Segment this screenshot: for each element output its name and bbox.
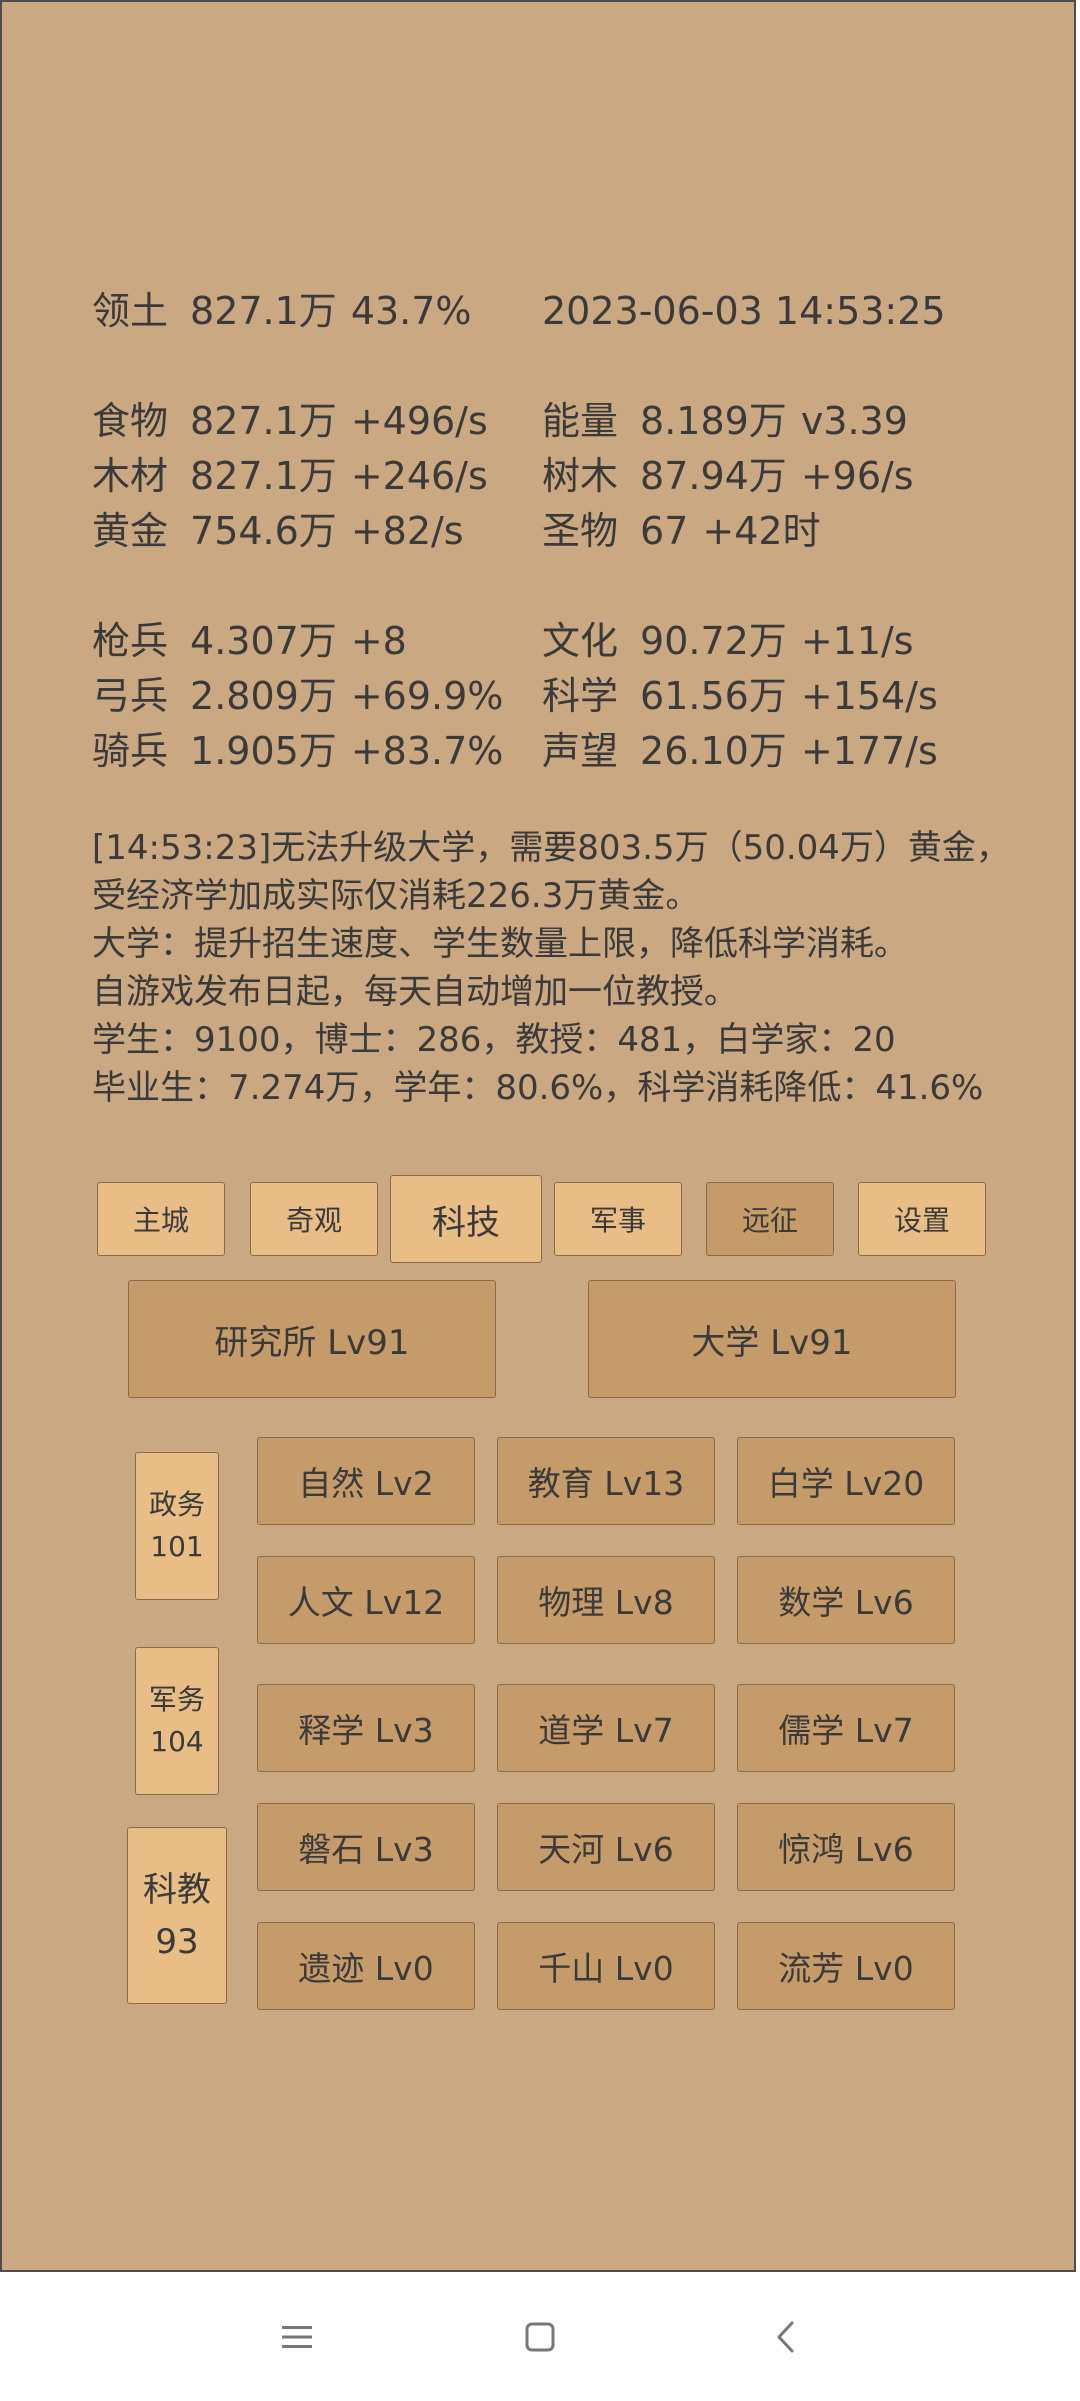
tech-baixue-button[interactable]: 白学 Lv20	[737, 1437, 955, 1525]
system-navigation-bar	[0, 2274, 1080, 2401]
resource-row-food: 食物 827.1万 +496/s	[92, 394, 488, 448]
military-label: 枪兵	[92, 619, 169, 663]
military-value: 4.307万	[190, 619, 337, 663]
side-button-value: 101	[150, 1530, 204, 1563]
resource-row-gold: 黄金 754.6万 +82/s	[92, 504, 464, 558]
territory-value: 827.1万	[190, 289, 337, 333]
military-affairs-button[interactable]: 军务 104	[135, 1647, 219, 1795]
military-rate: +8	[350, 619, 407, 663]
message-line: 学生：9100，博士：286，教授：481，白学家：20	[92, 1020, 896, 1060]
tech-tianhe-button[interactable]: 天河 Lv6	[497, 1803, 715, 1891]
military-row-cavalry: 骑兵 1.905万 +83.7%	[92, 724, 503, 778]
resource-row-trees: 树木 87.94万 +96/s	[542, 449, 914, 503]
stat-label: 科学	[542, 674, 619, 718]
stat-value: 61.56万	[640, 674, 787, 718]
resource-label: 黄金	[92, 509, 169, 553]
tech-math-button[interactable]: 数学 Lv6	[737, 1556, 955, 1644]
side-button-name: 政务	[148, 1488, 205, 1521]
message-line: 毕业生：7.274万，学年：80.6%，科学消耗降低：41.6%	[92, 1068, 984, 1108]
datetime: 2023-06-03 14:53:25	[542, 284, 946, 338]
resource-rate: +246/s	[350, 454, 488, 498]
tech-liufang-button[interactable]: 流芳 Lv0	[737, 1922, 955, 2010]
resource-rate: +42时	[702, 509, 821, 553]
tech-confucianism-button[interactable]: 儒学 Lv7	[737, 1684, 955, 1772]
stat-value: 90.72万	[640, 619, 787, 663]
politics-button[interactable]: 政务 101	[135, 1452, 219, 1600]
military-row-spearmen: 枪兵 4.307万 +8	[92, 614, 407, 668]
home-square-icon[interactable]	[505, 2302, 575, 2372]
back-chevron-icon[interactable]	[751, 2302, 821, 2372]
resource-label: 木材	[92, 454, 169, 498]
stat-label: 声望	[542, 729, 619, 773]
side-button-name: 军务	[148, 1683, 205, 1716]
resource-value: 754.6万	[190, 509, 337, 553]
military-value: 2.809万	[190, 674, 337, 718]
military-value: 1.905万	[190, 729, 337, 773]
stat-rate: +154/s	[800, 674, 938, 718]
message-line: 大学：提升招生速度、学生数量上限，降低科学消耗。	[92, 924, 908, 964]
resource-value: 87.94万	[640, 454, 787, 498]
resource-rate: +96/s	[800, 454, 914, 498]
tech-jinghong-button[interactable]: 惊鸿 Lv6	[737, 1803, 955, 1891]
resource-value: 8.189万	[640, 399, 787, 443]
military-label: 骑兵	[92, 729, 169, 773]
resource-value: 67	[640, 509, 689, 553]
stat-row-science: 科学 61.56万 +154/s	[542, 669, 938, 723]
resource-row-wood: 木材 827.1万 +246/s	[92, 449, 488, 503]
message-line: 受经济学加成实际仅消耗226.3万黄金。	[92, 876, 700, 916]
tech-panshi-button[interactable]: 磐石 Lv3	[257, 1803, 475, 1891]
territory-label: 领土	[92, 289, 169, 333]
datetime-text: 2023-06-03 14:53:25	[542, 289, 946, 333]
territory-row: 领土 827.1万 43.7%	[92, 284, 472, 338]
stat-label: 文化	[542, 619, 619, 663]
side-button-name: 科教	[143, 1869, 211, 1910]
tab-expedition[interactable]: 远征	[706, 1182, 834, 1256]
message-line: [14:53:23]无法升级大学，需要803.5万（50.04万）黄金，	[92, 828, 1010, 868]
stat-rate: +11/s	[800, 619, 914, 663]
stat-row-culture: 文化 90.72万 +11/s	[542, 614, 914, 668]
stat-rate: +177/s	[800, 729, 938, 773]
research-institute-button[interactable]: 研究所 Lv91	[128, 1280, 496, 1398]
military-rate: +83.7%	[350, 729, 504, 773]
game-panel: 领土 827.1万 43.7% 2023-06-03 14:53:25 食物 8…	[0, 0, 1076, 2272]
tech-yiji-button[interactable]: 遗迹 Lv0	[257, 1922, 475, 2010]
tech-qianshan-button[interactable]: 千山 Lv0	[497, 1922, 715, 2010]
territory-percent: 43.7%	[350, 289, 472, 333]
tab-technology[interactable]: 科技	[390, 1175, 542, 1263]
tab-settings[interactable]: 设置	[858, 1182, 986, 1256]
message-line: 自游戏发布日起，每天自动增加一位教授。	[92, 972, 738, 1012]
military-row-archers: 弓兵 2.809万 +69.9%	[92, 669, 503, 723]
tab-wonders[interactable]: 奇观	[250, 1182, 378, 1256]
resource-row-energy: 能量 8.189万 v3.39	[542, 394, 908, 448]
side-button-value: 93	[155, 1921, 199, 1962]
resource-label: 食物	[92, 399, 169, 443]
tab-main-city[interactable]: 主城	[97, 1182, 225, 1256]
university-button[interactable]: 大学 Lv91	[588, 1280, 956, 1398]
military-rate: +69.9%	[350, 674, 504, 718]
resource-row-relics: 圣物 67 +42时	[542, 504, 821, 558]
resource-label: 树木	[542, 454, 619, 498]
stat-row-prestige: 声望 26.10万 +177/s	[542, 724, 938, 778]
resource-value: 827.1万	[190, 454, 337, 498]
version-text: v3.39	[800, 399, 908, 443]
menu-icon[interactable]	[262, 2302, 332, 2372]
military-label: 弓兵	[92, 674, 169, 718]
tab-military[interactable]: 军事	[554, 1182, 682, 1256]
resource-value: 827.1万	[190, 399, 337, 443]
resource-rate: +496/s	[350, 399, 488, 443]
tech-buddhism-button[interactable]: 释学 Lv3	[257, 1684, 475, 1772]
tech-humanities-button[interactable]: 人文 Lv12	[257, 1556, 475, 1644]
tech-nature-button[interactable]: 自然 Lv2	[257, 1437, 475, 1525]
stat-value: 26.10万	[640, 729, 787, 773]
tech-physics-button[interactable]: 物理 Lv8	[497, 1556, 715, 1644]
resource-rate: +82/s	[350, 509, 464, 553]
resource-label: 能量	[542, 399, 619, 443]
science-education-button[interactable]: 科教 93	[127, 1827, 227, 2004]
resource-label: 圣物	[542, 509, 619, 553]
tech-education-button[interactable]: 教育 Lv13	[497, 1437, 715, 1525]
side-button-value: 104	[150, 1725, 204, 1758]
tech-taoism-button[interactable]: 道学 Lv7	[497, 1684, 715, 1772]
